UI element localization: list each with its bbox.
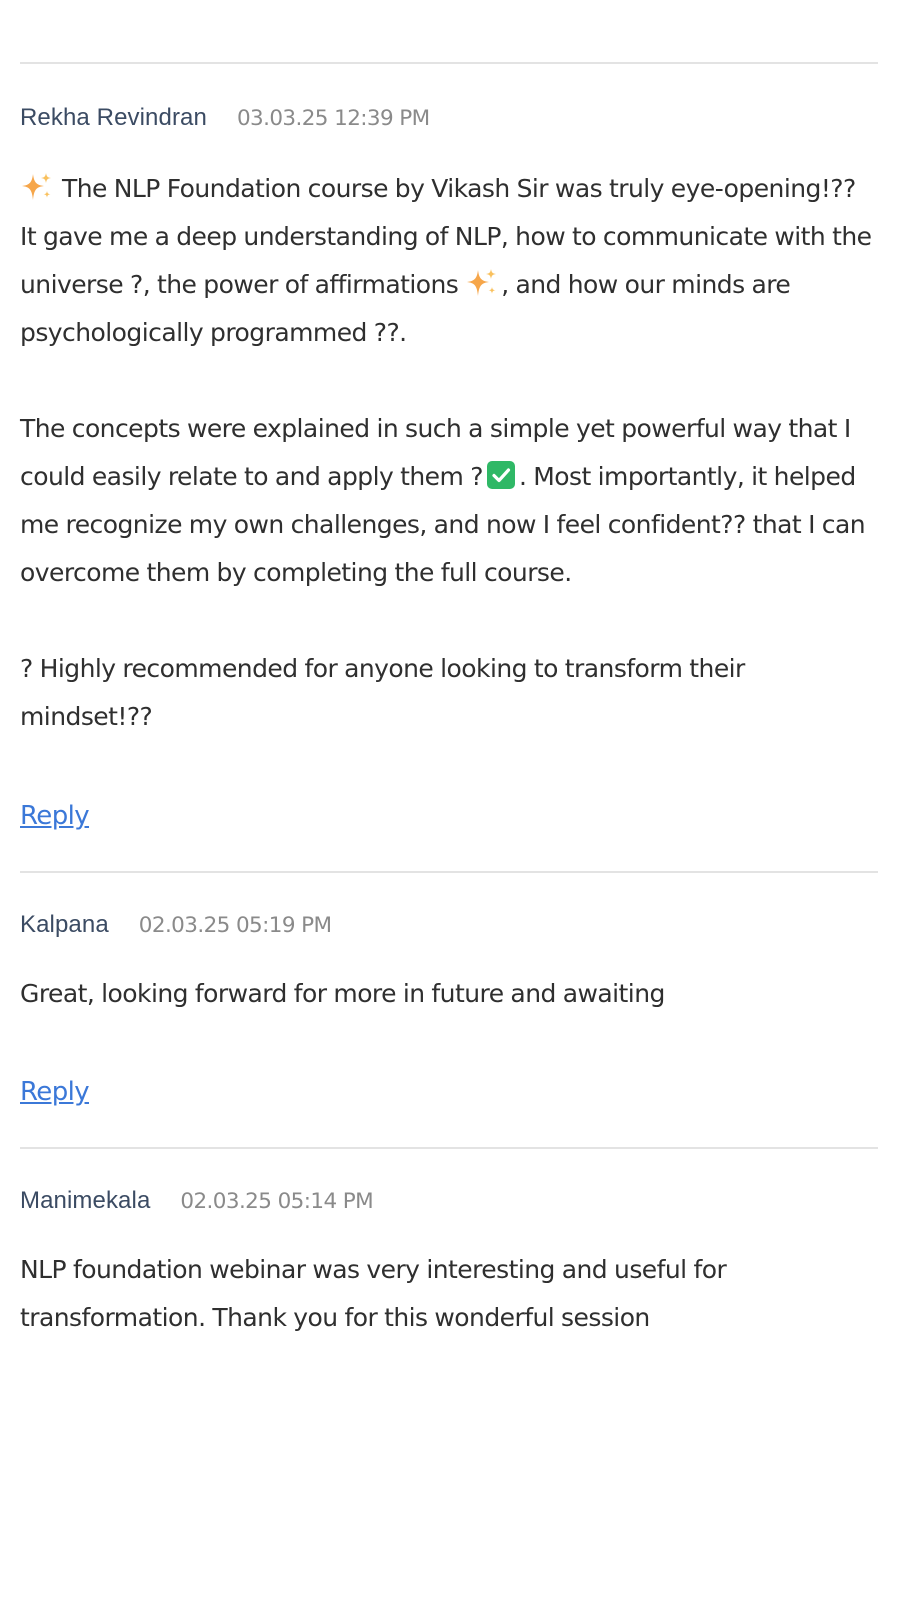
check-mark-button-emoji-icon bbox=[486, 460, 516, 490]
reply-link[interactable]: Reply bbox=[20, 801, 90, 831]
comment-paragraph: Great, looking forward for more in futur… bbox=[20, 979, 665, 1008]
comment-paragraph: ? Highly recommended for anyone looking … bbox=[20, 654, 745, 731]
comment-timestamp: 02.03.25 05:14 PM bbox=[180, 1189, 374, 1214]
comment-author: Rekha Revindran bbox=[20, 104, 207, 131]
comment-body: NLP foundation webinar was very interest… bbox=[20, 1246, 878, 1342]
comment-item: Manimekala 02.03.25 05:14 PM NLP foundat… bbox=[20, 1149, 878, 1342]
sparkles-emoji-icon bbox=[20, 172, 54, 202]
comment-header: Manimekala 02.03.25 05:14 PM bbox=[20, 1187, 878, 1227]
comment-paragraph: The NLP Foundation course by Vikash Sir … bbox=[20, 165, 878, 357]
comment-author: Kalpana bbox=[20, 911, 109, 938]
comment-paragraph: NLP foundation webinar was very interest… bbox=[20, 1255, 727, 1332]
comment-body: Great, looking forward for more in futur… bbox=[20, 970, 878, 1018]
comment-paragraph: The concepts were explained in such a si… bbox=[20, 405, 878, 597]
comment-timestamp: 02.03.25 05:19 PM bbox=[138, 913, 332, 938]
comment-body: The NLP Foundation course by Vikash Sir … bbox=[20, 165, 878, 741]
reply-link[interactable]: Reply bbox=[20, 1077, 90, 1107]
comment-header: Kalpana 02.03.25 05:19 PM bbox=[20, 911, 878, 951]
comment-item: Kalpana 02.03.25 05:19 PM Great, looking… bbox=[20, 873, 878, 1133]
comments-list: Rekha Revindran 03.03.25 12:39 PM The NL… bbox=[20, 62, 878, 1342]
comment-item: Rekha Revindran 03.03.25 12:39 PM The NL… bbox=[20, 64, 878, 857]
sparkles-emoji-icon bbox=[465, 268, 499, 298]
comment-header: Rekha Revindran 03.03.25 12:39 PM bbox=[20, 104, 878, 144]
comment-author: Manimekala bbox=[20, 1187, 151, 1214]
comment-timestamp: 03.03.25 12:39 PM bbox=[236, 106, 430, 131]
